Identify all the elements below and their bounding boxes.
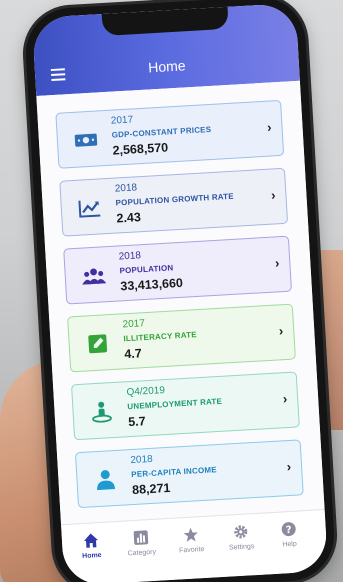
card-label: UNEMPLOYMENT RATE xyxy=(127,396,223,412)
chevron-right-icon: › xyxy=(270,187,276,203)
nav-category[interactable]: Category xyxy=(117,527,165,558)
card-population-growth-rate[interactable]: 2018 POPULATION GROWTH RATE 2.43 › xyxy=(59,167,289,237)
card-illiteracy-rate[interactable]: 2017 ILLITERACY RATE 4.7 › xyxy=(67,303,296,373)
card-label: GDP-CONSTANT PRICES xyxy=(111,124,212,140)
nav-favorite[interactable]: Favorite xyxy=(167,524,215,555)
card-gdp-constant-prices[interactable]: 2017 GDP-CONSTANT PRICES 2,568,570 › xyxy=(55,99,285,169)
nav-home[interactable]: Home xyxy=(68,530,116,561)
card-year: 2018 xyxy=(130,453,154,467)
card-year: 2018 xyxy=(114,182,138,195)
pencil-icon xyxy=(85,332,110,355)
chevron-right-icon: › xyxy=(278,323,284,339)
card-year: Q4/2019 xyxy=(126,385,166,399)
nav-settings[interactable]: Settings xyxy=(217,522,265,553)
person-icon xyxy=(93,468,118,491)
chevron-right-icon: › xyxy=(286,458,292,475)
card-year: 2017 xyxy=(122,318,146,331)
star-icon xyxy=(167,524,214,545)
chevron-right-icon: › xyxy=(282,391,288,407)
gear-icon xyxy=(217,522,264,543)
card-population[interactable]: 2018 POPULATION 33,413,660 › xyxy=(63,235,293,305)
chevron-right-icon: › xyxy=(274,255,280,271)
dashboard-content: 2017 GDP-CONSTANT PRICES 2,568,570 › 201… xyxy=(36,80,325,525)
card-label: POPULATION GROWTH RATE xyxy=(115,191,235,208)
nav-help[interactable]: ? Help xyxy=(265,519,313,550)
nav-label: Favorite xyxy=(178,546,205,555)
money-icon xyxy=(73,128,98,151)
card-value: 2,568,570 xyxy=(112,140,169,158)
card-label: POPULATION xyxy=(119,263,174,276)
person-location-icon xyxy=(89,400,114,423)
nav-label: Settings xyxy=(228,543,255,552)
nav-label: Home xyxy=(81,551,102,561)
card-value: 88,271 xyxy=(131,480,171,498)
card-year: 2018 xyxy=(118,250,142,263)
svg-text:?: ? xyxy=(286,525,293,536)
card-per-capita-income[interactable]: 2018 PER-CAPITA INCOME 88,271 › xyxy=(74,439,304,509)
home-icon xyxy=(68,530,115,551)
page-title: Home xyxy=(147,57,186,76)
chevron-right-icon: › xyxy=(266,119,272,135)
card-unemployment-rate[interactable]: Q4/2019 UNEMPLOYMENT RATE 5.7 › xyxy=(70,371,300,441)
card-value: 33,413,660 xyxy=(120,275,184,294)
card-value: 5.7 xyxy=(127,414,147,430)
card-year: 2017 xyxy=(110,114,134,127)
nav-label: Help xyxy=(282,540,297,549)
trend-chart-icon xyxy=(77,196,102,219)
help-icon: ? xyxy=(265,519,312,540)
card-label: PER-CAPITA INCOME xyxy=(131,465,218,480)
card-value: 2.43 xyxy=(116,210,142,226)
card-label: ILLITERACY RATE xyxy=(123,330,197,344)
card-value: 4.7 xyxy=(123,346,143,362)
phone-frame: Home 2017 GDP-CONSTANT PRICES 2,568,570 … xyxy=(23,0,337,582)
nav-label: Category xyxy=(127,548,157,558)
phone-screen: Home 2017 GDP-CONSTANT PRICES 2,568,570 … xyxy=(31,2,329,582)
bar-chart-icon xyxy=(117,527,164,548)
people-icon xyxy=(81,264,107,287)
